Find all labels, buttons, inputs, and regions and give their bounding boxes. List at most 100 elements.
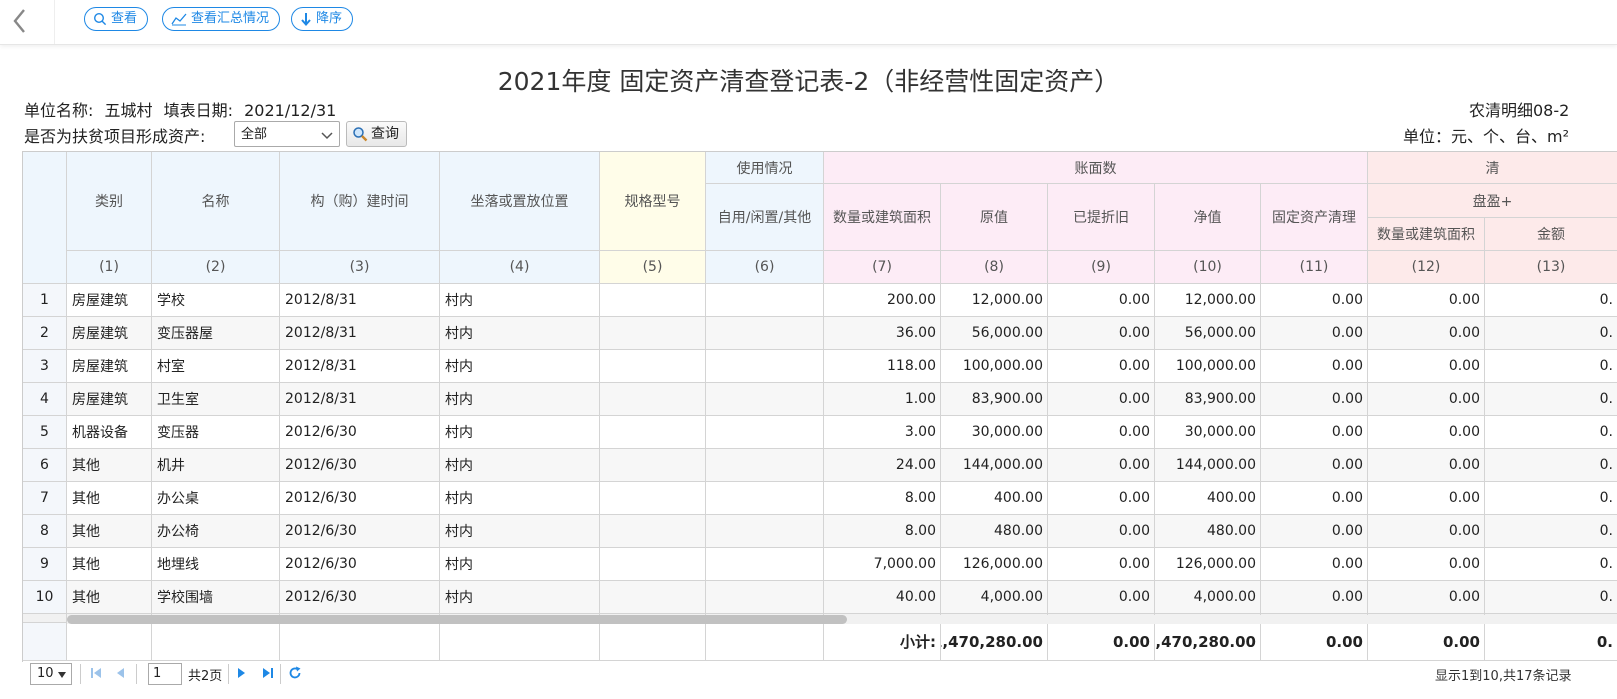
table-cell-time: 2012/8/31 [280, 284, 440, 317]
back-button[interactable] [6, 6, 42, 38]
table-cell-qty: 7,000.00 [824, 548, 941, 581]
total-pages: 共2页 [188, 669, 223, 684]
table-cell-sq: 0.00 [1368, 449, 1485, 482]
table-cell-qty: 24.00 [824, 449, 941, 482]
table-cell-location: 村内 [440, 350, 600, 383]
table-cell-usage [706, 284, 824, 317]
table-cell-net: 30,000.00 [1155, 416, 1261, 449]
table-cell-net: 100,000.00 [1155, 350, 1261, 383]
table-cell-spec [600, 515, 706, 548]
table-cell-net: 56,000.00 [1155, 317, 1261, 350]
table-cell-usage [706, 317, 824, 350]
header-surplus-qty: 数量或建筑面积 [1368, 218, 1485, 251]
table-cell-time: 2012/6/30 [280, 482, 440, 515]
header-spec: 规格型号 [600, 152, 706, 251]
row-number: 2 [23, 317, 67, 350]
record-info: 显示1到10,共17条记录 [1435, 669, 1572, 684]
table-cell-name: 变压器屋 [152, 317, 280, 350]
query-button[interactable]: 查询 [346, 121, 407, 147]
table-cell-qty: 118.00 [824, 350, 941, 383]
fill-date-label: 填表日期: [163, 101, 234, 120]
table-cell-sa: 0. [1485, 482, 1617, 515]
query-button-label: 查询 [371, 126, 399, 142]
header-col-number: (13) [1485, 251, 1617, 284]
last-page-icon[interactable] [260, 667, 274, 679]
pager-divider [280, 664, 281, 684]
view-summary-button[interactable]: 查看汇总情况 [162, 7, 281, 31]
table-cell-dep: 0.00 [1048, 350, 1155, 383]
table-cell-category: 其他 [67, 515, 152, 548]
table-cell-net: 83,900.00 [1155, 383, 1261, 416]
table-cell-time: 2012/6/30 [280, 548, 440, 581]
table-cell-orig: 400.00 [941, 482, 1048, 515]
table-cell-orig: 12,000.00 [941, 284, 1048, 317]
arrow-down-icon [301, 13, 311, 26]
table-cell-qty: 36.00 [824, 317, 941, 350]
page-number-input[interactable]: 1 [148, 663, 182, 685]
scrollbar-gap [23, 614, 67, 623]
table-cell-location: 村内 [440, 548, 600, 581]
table-cell-qty: 3.00 [824, 416, 941, 449]
table-cell-net: 480.00 [1155, 515, 1261, 548]
table-cell-category: 其他 [67, 581, 152, 614]
subtotal-label: 小计: [824, 623, 941, 661]
table-cell-usage [706, 383, 824, 416]
pager-divider [136, 664, 137, 684]
table-cell-orig: 480.00 [941, 515, 1048, 548]
table-cell-name: 卫生室 [152, 383, 280, 416]
header-usage: 自用/闲置/其他 [706, 184, 824, 251]
table-cell-orig: 144,000.00 [941, 449, 1048, 482]
row-number: 4 [23, 383, 67, 416]
table-cell-sa: 0. [1485, 449, 1617, 482]
table-cell-spec [600, 284, 706, 317]
first-page-icon[interactable] [90, 667, 104, 679]
poverty-filter-select[interactable]: 全部 [234, 121, 340, 147]
header-col-number: (7) [824, 251, 941, 284]
subtotal-sq: 0.00 [1368, 623, 1485, 661]
table-cell-qty: 8.00 [824, 482, 941, 515]
table-cell-dep: 0.00 [1048, 482, 1155, 515]
prev-page-icon[interactable] [116, 667, 126, 679]
header-col-number: (5) [600, 251, 706, 284]
table-cell-sq: 0.00 [1368, 515, 1485, 548]
table-cell-time: 2012/6/30 [280, 515, 440, 548]
header-col-number: (3) [280, 251, 440, 284]
row-number: 9 [23, 548, 67, 581]
table-cell-clear: 0.00 [1261, 449, 1368, 482]
sort-desc-button[interactable]: 降序 [291, 7, 354, 31]
table-cell-sa: 0. [1485, 515, 1617, 548]
table-cell-usage [706, 482, 824, 515]
search-icon [93, 12, 107, 26]
refresh-icon[interactable] [288, 666, 302, 680]
table-cell-dep: 0.00 [1048, 284, 1155, 317]
table-cell-sa: 0. [1485, 317, 1617, 350]
table-cell-name: 变压器 [152, 416, 280, 449]
view-button[interactable]: 查看 [84, 7, 149, 31]
table-cell-name: 学校围墙 [152, 581, 280, 614]
table-cell-sq: 0.00 [1368, 482, 1485, 515]
row-number: 8 [23, 515, 67, 548]
horizontal-scrollbar-thumb[interactable] [67, 615, 847, 624]
table-cell-sa: 0. [1485, 284, 1617, 317]
table-cell-time: 2012/8/31 [280, 317, 440, 350]
header-col-number: (6) [706, 251, 824, 284]
table-cell-clear: 0.00 [1261, 416, 1368, 449]
row-number: 5 [23, 416, 67, 449]
table-cell-sq: 0.00 [1368, 284, 1485, 317]
table-cell-sa: 0. [1485, 548, 1617, 581]
table-cell-name: 村室 [152, 350, 280, 383]
page-size-select[interactable]: 10 [30, 663, 72, 685]
table-cell-sa: 0. [1485, 350, 1617, 383]
subtotal-empty [706, 623, 824, 661]
next-page-icon[interactable] [236, 667, 246, 679]
table-cell-dep: 0.00 [1048, 581, 1155, 614]
table-cell-category: 房屋建筑 [67, 350, 152, 383]
table-cell-dep: 0.00 [1048, 317, 1155, 350]
subtotal-empty [600, 623, 706, 661]
row-number: 7 [23, 482, 67, 515]
line-chart-icon [171, 13, 187, 26]
header-check-group: 清 [1368, 152, 1617, 184]
table-cell-usage [706, 449, 824, 482]
table-cell-location: 村内 [440, 449, 600, 482]
view-summary-button-label: 查看汇总情况 [191, 11, 270, 26]
